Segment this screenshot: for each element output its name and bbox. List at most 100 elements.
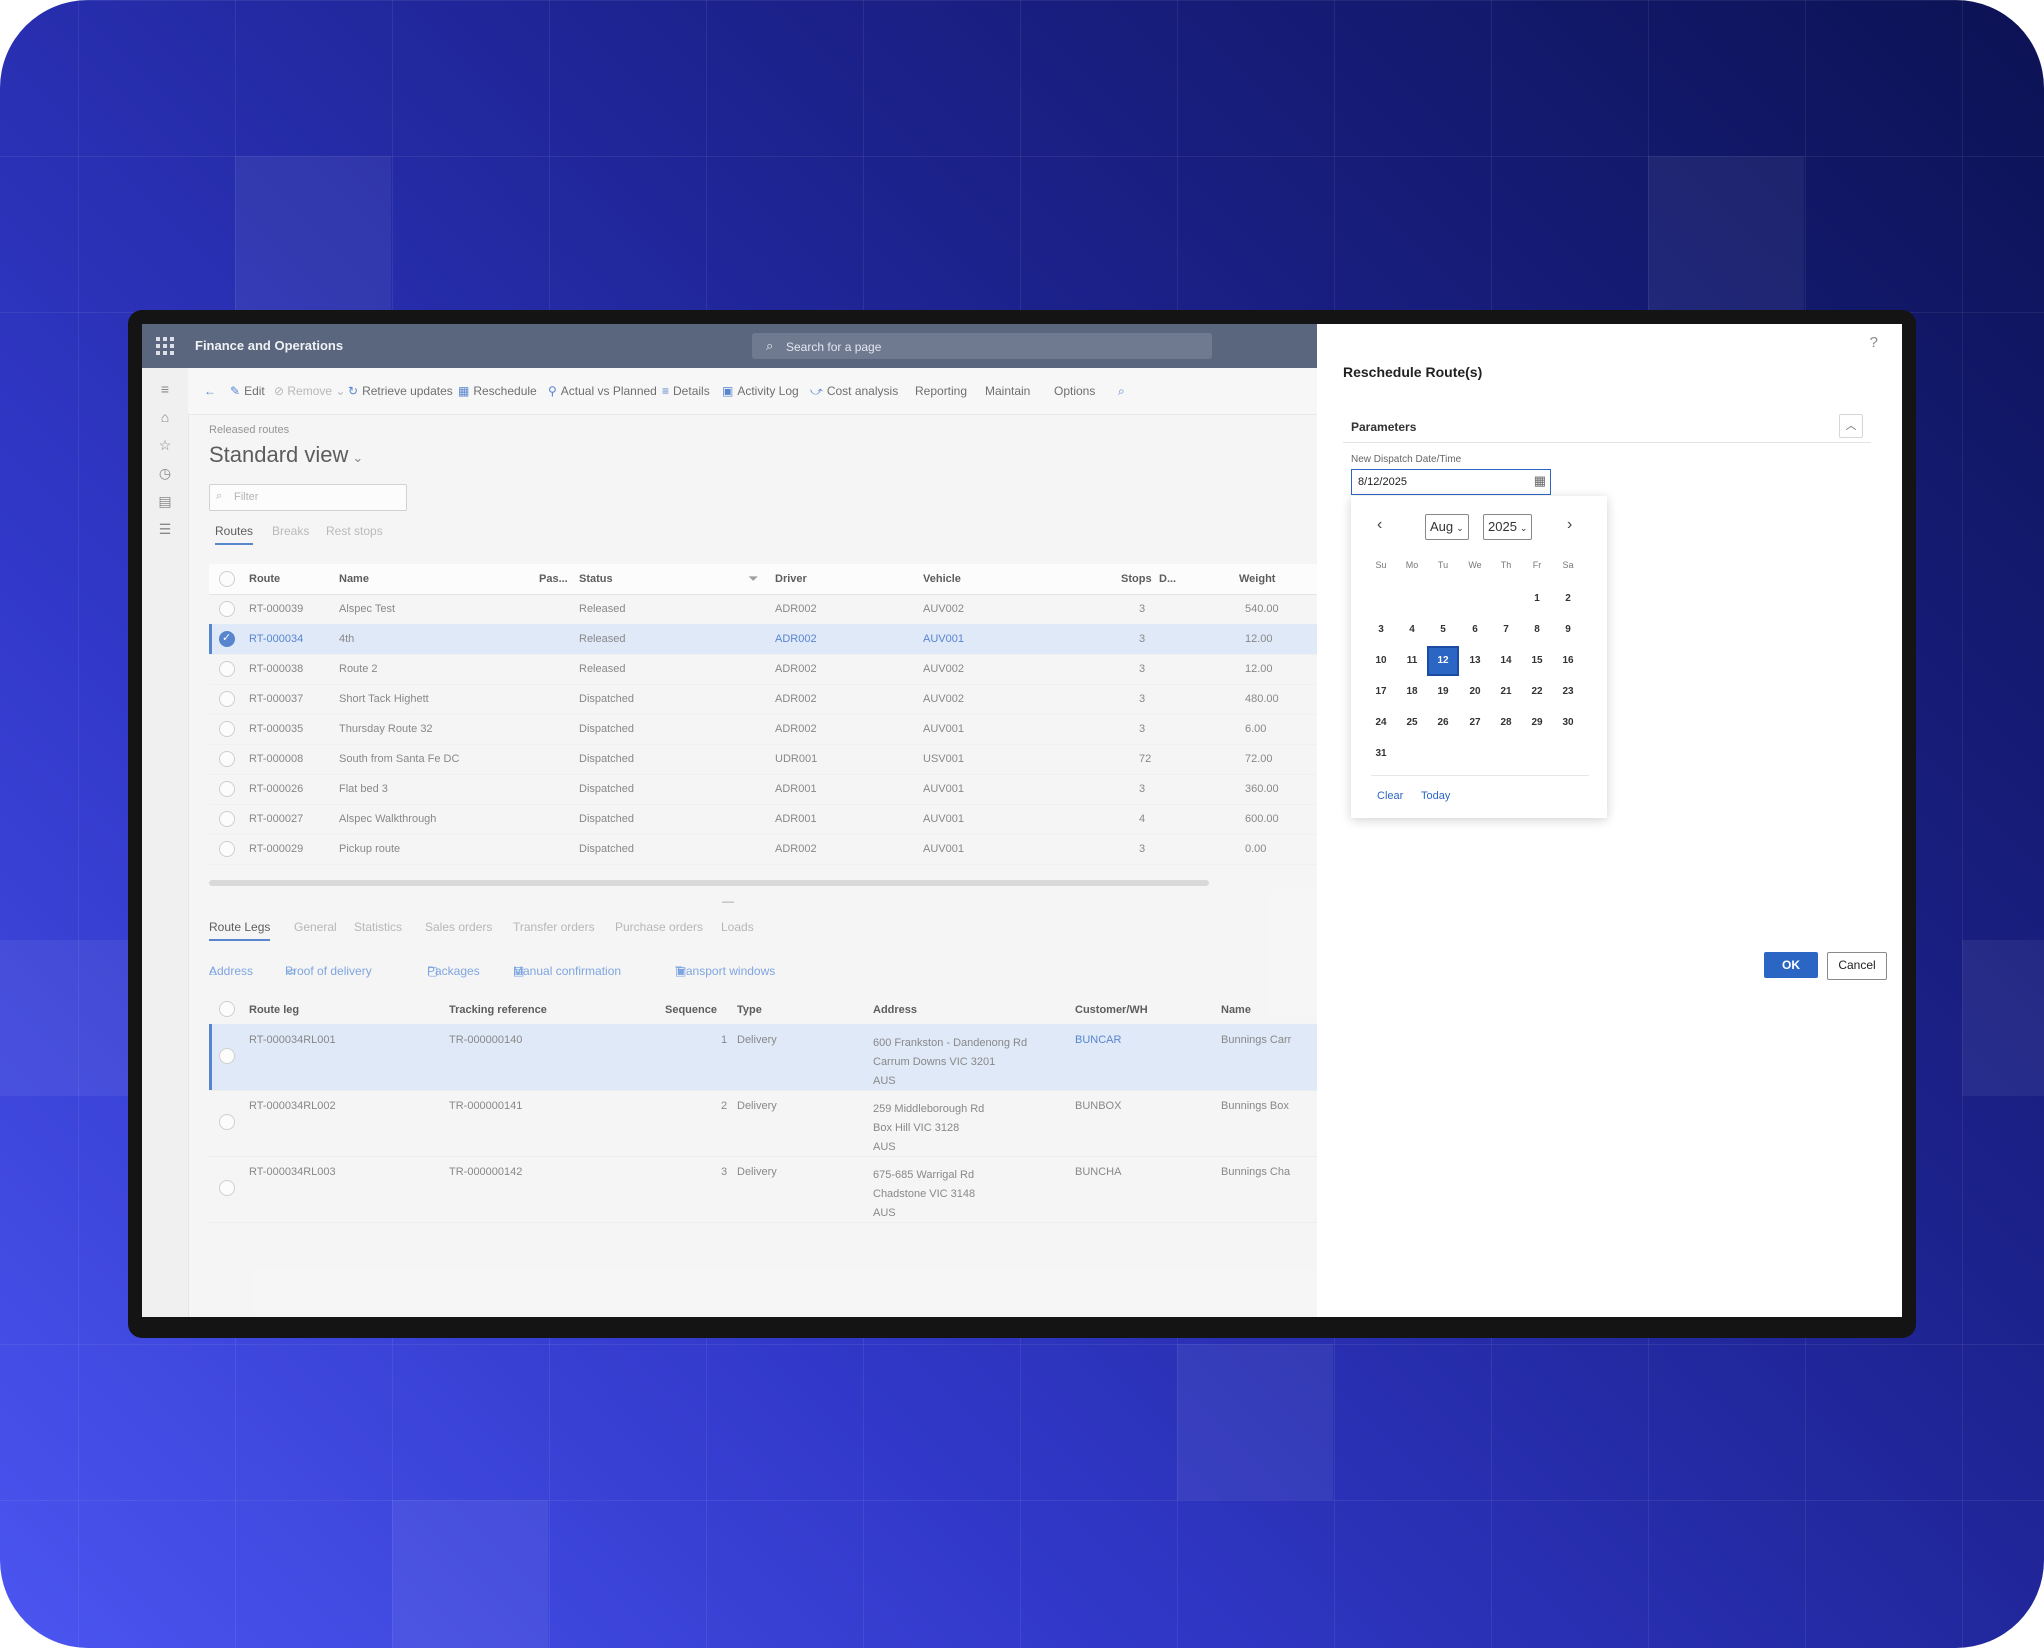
table-row[interactable]: RT-000027 Alspec Walkthrough Dispatched ADR… [209,804,1317,835]
row-checkbox[interactable] [219,781,235,797]
maintain-tab[interactable]: Maintain [985,384,1030,398]
calendar-day[interactable]: 13 [1461,648,1489,674]
column-header-sequence[interactable]: Sequence [665,1004,717,1016]
calendar-day[interactable]: 4 [1398,617,1426,643]
column-header-stops[interactable]: Stops [1121,573,1152,585]
details-button[interactable]: ≡ Details [662,384,710,398]
calendar-day[interactable]: 20 [1461,679,1489,705]
cost-analysis-button[interactable]: ⤻ Cost analysis [810,384,898,399]
reschedule-button[interactable]: ▦ Reschedule [458,384,537,398]
calendar-day[interactable]: 30 [1554,710,1582,736]
filter-icon[interactable]: ⏷ [749,573,758,586]
calendar-day[interactable]: 2 [1554,586,1582,612]
home-icon[interactable]: ⌂ [156,408,174,426]
column-header-customer[interactable]: Customer/WH [1075,1004,1148,1016]
tab-route-legs[interactable]: Route Legs [209,920,271,941]
tab-statistics[interactable]: Statistics [354,920,402,934]
calendar-day[interactable]: 6 [1461,617,1489,643]
row-checkbox[interactable] [219,811,235,827]
calendar-day[interactable]: 14 [1492,648,1520,674]
row-checkbox[interactable] [219,601,235,617]
calendar-day[interactable]: 16 [1554,648,1582,674]
table-row[interactable]: RT-000008 South from Santa Fe DC Dispatche… [209,744,1317,775]
column-header-address[interactable]: Address [873,1004,917,1016]
chevron-up-icon[interactable]: ︿ [1839,414,1863,438]
selected-day[interactable]: 12 [1427,646,1459,676]
tab-sales-orders[interactable]: Sales orders [425,920,492,934]
calendar-day[interactable]: 21 [1492,679,1520,705]
star-icon[interactable]: ☆ [156,436,174,454]
table-row[interactable]: RT-000034RL001 TR-000000140 1 Delivery 600 F… [209,1024,1317,1091]
dispatch-date-input[interactable]: 8/12/2025 ▦ [1351,469,1551,495]
activity-log-button[interactable]: ▣ Activity Log [722,384,799,398]
edit-button[interactable]: ✎ Edit [230,384,265,398]
month-select[interactable]: Aug ⌄ [1425,514,1469,540]
reporting-tab[interactable]: Reporting [915,384,967,398]
search-icon[interactable]: ⌕ [1118,384,1129,399]
manual-confirmation-button[interactable]: ▤ Manual confirmation ⌄ [513,964,621,978]
column-header-vehicle[interactable]: Vehicle [923,573,961,585]
horizontal-scrollbar[interactable] [209,880,1209,886]
table-row[interactable]: RT-000034RL002 TR-000000141 2 Delivery 259 M… [209,1090,1317,1157]
select-all-checkbox[interactable] [219,571,235,587]
calendar-day[interactable]: 27 [1461,710,1489,736]
select-all-checkbox[interactable] [219,1001,235,1017]
calendar-day[interactable]: 1 [1523,586,1551,612]
column-header-driver[interactable]: Driver [775,573,807,585]
table-row[interactable]: RT-000026 Flat bed 3 Dispatched ADR001 AUV00… [209,774,1317,805]
help-icon[interactable]: ? [1870,334,1878,351]
calendar-day[interactable]: 31 [1367,741,1395,767]
calendar-day[interactable]: 25 [1398,710,1426,736]
table-row[interactable]: RT-000034RL003 TR-000000142 3 Delivery 675-6… [209,1156,1317,1223]
parameters-section[interactable]: Parameters ︿ [1343,410,1871,443]
calendar-day[interactable]: 22 [1523,679,1551,705]
year-select[interactable]: 2025 ⌄ [1483,514,1533,540]
column-header-status[interactable]: Status [579,573,613,585]
options-tab[interactable]: Options [1054,384,1095,398]
calendar-day[interactable]: 11 [1398,648,1426,674]
row-checkbox[interactable] [219,661,235,677]
table-row[interactable]: RT-000034 4th Released ADR002 AUV001 3 12.00 [209,624,1317,655]
tab-routes[interactable]: Routes [215,524,254,545]
row-checkbox[interactable] [219,841,235,857]
tab-rest-stops[interactable]: Rest stops [326,524,383,538]
back-arrow-icon[interactable]: ← [204,384,220,398]
calendar-day[interactable]: 10 [1367,648,1395,674]
chevron-right-icon[interactable]: › [1567,516,1572,534]
row-checkbox[interactable] [219,1114,235,1130]
row-checkbox[interactable] [219,691,235,707]
column-header-name[interactable]: Name [1221,1004,1251,1016]
ok-button[interactable]: OK [1764,952,1818,978]
today-link[interactable]: Today [1421,790,1450,802]
actual-vs-planned-button[interactable]: ⚲ Actual vs Planned [548,384,657,398]
row-checkbox[interactable] [219,1180,235,1196]
calendar-day[interactable]: 18 [1398,679,1426,705]
row-checkbox[interactable] [219,631,235,647]
cell-customer[interactable]: BUNCAR [1075,1034,1121,1046]
calendar-day[interactable]: 26 [1429,710,1457,736]
column-header-d[interactable]: D... [1159,573,1176,585]
tab-purchase-orders[interactable]: Purchase orders [615,920,703,934]
app-launcher-icon[interactable] [156,337,174,355]
calendar-day[interactable]: 19 [1429,679,1457,705]
calendar-day[interactable]: 29 [1523,710,1551,736]
tab-breaks[interactable]: Breaks [272,524,309,538]
calendar-day[interactable]: 15 [1523,648,1551,674]
calendar-day[interactable]: 7 [1492,617,1520,643]
tab-loads[interactable]: Loads [721,920,754,934]
calendar-day[interactable]: 24 [1367,710,1395,736]
workspaces-icon[interactable]: ▤ [156,492,174,510]
column-header-weight[interactable]: Weight [1239,573,1275,585]
tab-general[interactable]: General [294,920,337,934]
row-checkbox[interactable] [219,751,235,767]
table-row[interactable]: RT-000029 Pickup route Dispatched ADR002 AUV… [209,834,1317,865]
calendar-day[interactable]: 8 [1523,617,1551,643]
tab-transfer-orders[interactable]: Transfer orders [513,920,595,934]
clear-link[interactable]: Clear [1377,790,1403,802]
table-row[interactable]: RT-000038 Route 2 Released ADR002 AUV002 3 12.… [209,654,1317,685]
calendar-day[interactable]: 28 [1492,710,1520,736]
chevron-left-icon[interactable]: ‹ [1377,516,1382,534]
modules-icon[interactable]: ☰ [156,520,174,538]
row-checkbox[interactable] [219,721,235,737]
calendar-day[interactable]: 3 [1367,617,1395,643]
